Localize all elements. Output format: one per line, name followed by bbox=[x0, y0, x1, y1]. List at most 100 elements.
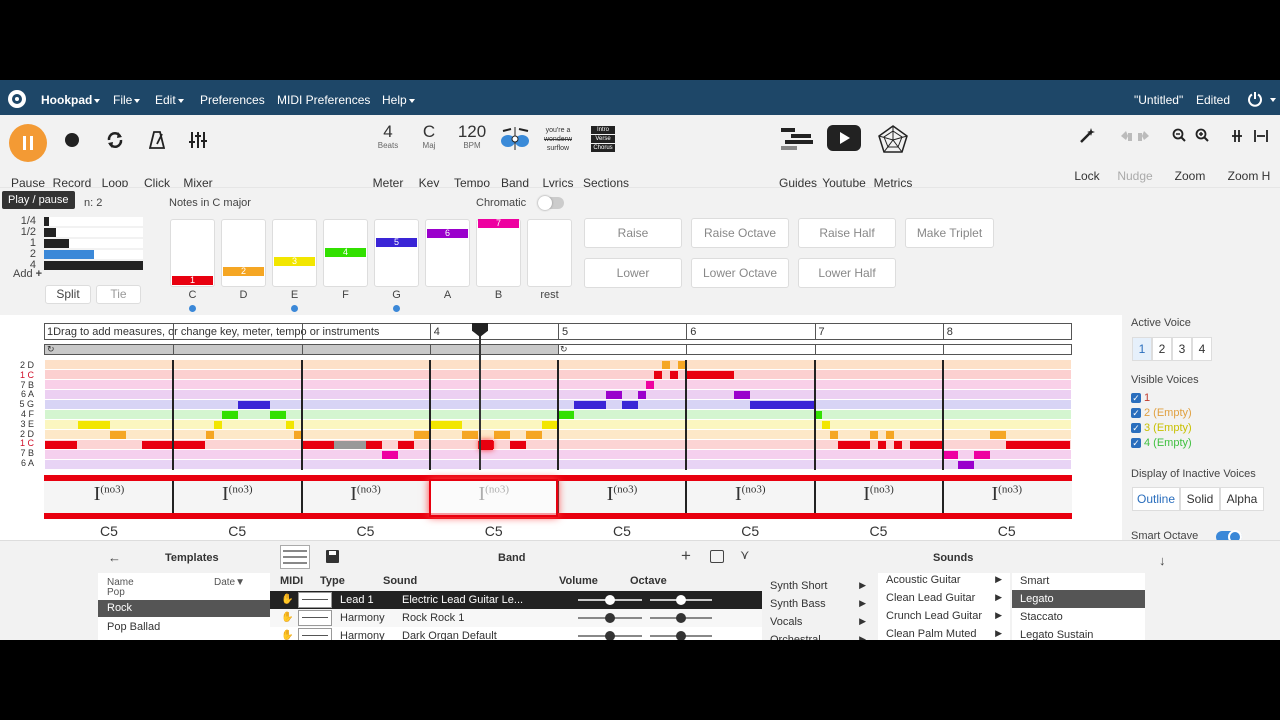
articulation-item[interactable]: Staccato bbox=[1012, 608, 1145, 626]
nudge-button[interactable]: Nudge bbox=[1113, 127, 1157, 183]
duration-option-2[interactable] bbox=[44, 239, 143, 248]
voice-button-1[interactable]: 1 bbox=[1132, 337, 1152, 361]
melody-note[interactable] bbox=[974, 451, 990, 459]
sections-button[interactable]: Intro Verse Chorus Sections bbox=[583, 126, 629, 190]
display-mode-alpha[interactable]: Alpha bbox=[1220, 487, 1264, 511]
melody-note[interactable] bbox=[45, 441, 77, 449]
scale-key-c[interactable]: 1 bbox=[170, 219, 215, 287]
track-sound[interactable]: Dark Organ Default bbox=[402, 630, 497, 640]
add-duration[interactable]: Add + bbox=[13, 268, 42, 280]
midi-hand-icon[interactable]: ✋ bbox=[281, 612, 293, 623]
duplicate-track-icon[interactable] bbox=[710, 550, 724, 563]
zoom-button[interactable]: Zoom bbox=[1166, 127, 1214, 183]
sound-category[interactable]: Synth Short ▶ bbox=[770, 580, 870, 592]
melody-note[interactable] bbox=[638, 391, 646, 399]
duration-option-0[interactable] bbox=[44, 217, 143, 226]
melody-note[interactable] bbox=[686, 371, 702, 379]
instrument-item[interactable]: Clean Palm Muted ▶ bbox=[886, 628, 1006, 640]
menu-file[interactable]: File bbox=[113, 80, 141, 115]
volume-knob[interactable] bbox=[605, 595, 615, 605]
melody-note[interactable] bbox=[430, 421, 462, 429]
melody-note[interactable] bbox=[526, 431, 542, 439]
melody-note[interactable] bbox=[574, 401, 606, 409]
instrument-item[interactable]: Clean Lead Guitar ▶ bbox=[886, 592, 1006, 604]
midi-hand-icon[interactable]: ✋ bbox=[281, 630, 293, 640]
band-track-row[interactable]: ✋ Harmony Rock Rock 1 bbox=[270, 609, 762, 627]
volume-slider[interactable] bbox=[578, 613, 642, 623]
midi-hand-icon[interactable]: ✋ bbox=[281, 594, 293, 605]
octave-slider[interactable] bbox=[650, 595, 712, 605]
scale-key-g[interactable]: 5 bbox=[374, 219, 419, 287]
lock-button[interactable]: Lock bbox=[1067, 127, 1107, 183]
melody-note[interactable] bbox=[382, 451, 398, 459]
melody-note[interactable] bbox=[270, 411, 286, 419]
melody-note[interactable] bbox=[862, 441, 870, 449]
voice-button-2[interactable]: 2 bbox=[1152, 337, 1172, 361]
melody-note[interactable] bbox=[286, 421, 294, 429]
selected-note[interactable] bbox=[479, 440, 493, 450]
lower-octave-button[interactable]: Lower Octave bbox=[691, 258, 789, 288]
scale-key-b[interactable]: 7 bbox=[476, 219, 521, 287]
back-arrow-icon[interactable]: ← bbox=[108, 550, 121, 565]
merge-track-icon[interactable]: ⋎ bbox=[740, 547, 750, 563]
chord-cell[interactable]: I(no3) bbox=[45, 483, 173, 506]
melody-note[interactable] bbox=[750, 401, 814, 409]
visible-voice-4[interactable]: ✓ 4 (Empty) bbox=[1131, 437, 1192, 449]
chord-cell[interactable]: I(no3) bbox=[558, 483, 686, 506]
melody-note[interactable] bbox=[670, 371, 678, 379]
melody-note[interactable] bbox=[494, 431, 510, 439]
scale-key-e[interactable]: 3 bbox=[272, 219, 317, 287]
melody-note[interactable] bbox=[222, 411, 238, 419]
scale-key-rest[interactable] bbox=[527, 219, 572, 287]
menu-edit[interactable]: Edit bbox=[155, 80, 184, 115]
melody-note[interactable] bbox=[206, 431, 214, 439]
track-sound[interactable]: Electric Lead Guitar Le... bbox=[402, 594, 523, 606]
melody-note[interactable] bbox=[870, 431, 878, 439]
pause-button[interactable]: Pause bbox=[8, 124, 48, 190]
melody-note[interactable] bbox=[510, 441, 526, 449]
melody-note[interactable] bbox=[414, 431, 430, 439]
melody-note[interactable] bbox=[238, 401, 270, 409]
tempo-button[interactable]: 120 BPM Tempo bbox=[452, 123, 492, 191]
display-mode-solid[interactable]: Solid bbox=[1180, 487, 1220, 511]
articulation-item[interactable]: Legato bbox=[1012, 590, 1145, 608]
chord-cell[interactable]: I(no3) bbox=[686, 483, 814, 506]
octave-knob[interactable] bbox=[676, 613, 686, 623]
chord-cell[interactable]: I(no3) bbox=[815, 483, 943, 506]
octave-knob[interactable] bbox=[676, 631, 686, 640]
zoom-h-button[interactable]: Zoom H bbox=[1225, 127, 1273, 183]
chord-cell[interactable]: I(no3) bbox=[173, 483, 301, 506]
menu-midi-preferences[interactable]: MIDI Preferences bbox=[277, 80, 370, 115]
melody-note[interactable] bbox=[302, 441, 334, 449]
melody-note[interactable] bbox=[654, 371, 662, 379]
melody-note[interactable] bbox=[398, 441, 414, 449]
power-icon[interactable] bbox=[1247, 91, 1263, 107]
octave-slider[interactable] bbox=[650, 631, 712, 640]
raise-button[interactable]: Raise bbox=[584, 218, 682, 248]
duration-option-4[interactable] bbox=[44, 261, 143, 270]
sound-category[interactable]: Synth Bass ▶ bbox=[770, 598, 870, 610]
melody-note[interactable] bbox=[462, 431, 478, 439]
melody-note[interactable] bbox=[734, 391, 750, 399]
lower-half-button[interactable]: Lower Half bbox=[798, 258, 896, 288]
octave-slider[interactable] bbox=[650, 613, 712, 623]
tie-button[interactable]: Tie bbox=[96, 285, 141, 304]
band-track-row[interactable]: ✋ Lead 1 Electric Lead Guitar Le... bbox=[270, 591, 762, 609]
volume-knob[interactable] bbox=[605, 631, 615, 640]
duration-option-1[interactable] bbox=[44, 228, 143, 237]
visible-voice-1[interactable]: ✓ 1 bbox=[1131, 392, 1150, 404]
add-track-icon[interactable]: + bbox=[681, 546, 691, 566]
band-track-row[interactable]: ✋ Harmony Dark Organ Default bbox=[270, 627, 762, 640]
chromatic-toggle[interactable] bbox=[538, 196, 564, 210]
save-icon[interactable] bbox=[326, 550, 339, 563]
melody-note[interactable] bbox=[622, 401, 638, 409]
click-button[interactable]: Click bbox=[137, 127, 177, 190]
song-title[interactable]: "Untitled" bbox=[1134, 80, 1183, 115]
collapse-arrow-icon[interactable]: ↓ bbox=[1159, 553, 1166, 568]
melody-note[interactable] bbox=[94, 421, 110, 429]
melody-note[interactable] bbox=[173, 441, 205, 449]
youtube-button[interactable]: Youtube bbox=[822, 125, 866, 190]
visible-voice-2[interactable]: ✓ 2 (Empty) bbox=[1131, 407, 1192, 419]
melody-note[interactable] bbox=[990, 431, 1006, 439]
visible-voice-3[interactable]: ✓ 3 (Empty) bbox=[1131, 422, 1192, 434]
